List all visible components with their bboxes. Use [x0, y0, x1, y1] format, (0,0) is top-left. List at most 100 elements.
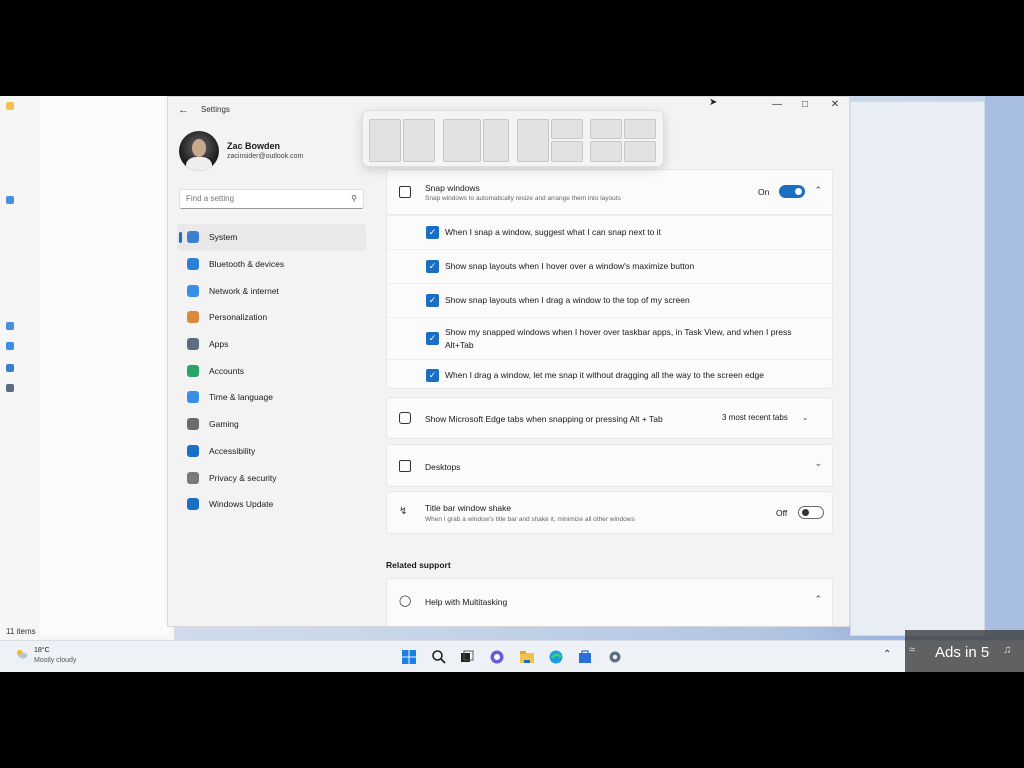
back-arrow-icon[interactable]: ← — [178, 104, 189, 116]
system-icon — [187, 231, 199, 244]
snap-option-label: When I drag a window, let me snap it wit… — [445, 370, 764, 380]
network-icon — [187, 284, 199, 297]
checkbox-checked-icon[interactable]: ✓ — [426, 332, 439, 345]
close-button[interactable]: ✕ — [824, 99, 846, 110]
sidebar-item-windows-update[interactable]: Windows Update — [177, 491, 366, 518]
snap-layout-left-split[interactable] — [517, 119, 583, 162]
snap-zone[interactable] — [443, 119, 481, 162]
chat-icon[interactable] — [489, 649, 505, 665]
chevron-up-icon[interactable]: ⌃ — [883, 649, 891, 660]
search-icon[interactable]: ⚲ — [351, 194, 357, 203]
volume-icon: ♫ — [1003, 644, 1012, 656]
home-icon — [6, 322, 14, 330]
snap-option-row[interactable]: ✓ When I drag a window, let me snap it w… — [386, 359, 833, 389]
snap-option-row[interactable]: ✓ Show my snapped windows when I hover o… — [386, 317, 833, 359]
snap-zone[interactable] — [551, 141, 583, 162]
snap-zone[interactable] — [369, 119, 401, 162]
window-title: Settings — [201, 105, 230, 114]
ads-countdown-overlay: ≈ Ads in 5 ♫ — [905, 630, 1024, 672]
checkbox-checked-icon[interactable]: ✓ — [426, 369, 439, 382]
file-explorer-icon[interactable] — [519, 649, 535, 665]
wifi-icon: ≈ — [909, 644, 916, 656]
settings-gear-icon[interactable] — [607, 649, 623, 665]
shake-toggle-state: Off — [776, 508, 788, 518]
sidebar-item-accounts[interactable]: Accounts — [177, 357, 366, 384]
snap-option-row[interactable]: ✓ When I snap a window, suggest what I c… — [386, 215, 833, 249]
snap-layout-halves[interactable] — [369, 119, 435, 162]
sidebar-item-apps[interactable]: Apps — [177, 331, 366, 358]
sidebar-item-privacy-security[interactable]: Privacy & security — [177, 464, 366, 491]
desktops-card[interactable]: Desktops ⌄ — [386, 444, 833, 487]
snap-zone[interactable] — [590, 119, 622, 139]
sidebar-item-accessibility[interactable]: Accessibility — [177, 438, 366, 465]
snap-zone[interactable] — [590, 141, 622, 162]
sidebar-item-time-language[interactable]: Time & language — [177, 384, 366, 411]
snap-zone[interactable] — [624, 141, 656, 162]
snap-preview-ghost — [40, 96, 170, 636]
checkbox-checked-icon[interactable]: ✓ — [426, 226, 439, 239]
controller-icon — [187, 418, 199, 431]
desktops-title: Desktops — [425, 462, 461, 472]
sidebar-item-system[interactable]: System — [177, 224, 366, 251]
search-box[interactable]: ⚲ — [179, 189, 364, 209]
home-icon — [6, 196, 14, 204]
edge-tabs-dropdown[interactable]: 3 most recent tabs ⌄ — [716, 407, 822, 427]
sidebar-item-network-internet[interactable]: Network & internet — [177, 277, 366, 304]
snap-zone[interactable] — [517, 119, 549, 162]
snap-layout-wide-left[interactable] — [443, 119, 509, 162]
maximize-button[interactable]: □ — [794, 99, 816, 110]
edge-tabs-card: Show Microsoft Edge tabs when snapping o… — [386, 397, 833, 439]
snap-toggle-state: On — [758, 187, 770, 197]
snap-option-label: Show snap layouts when I hover over a wi… — [445, 261, 695, 271]
brush-icon — [187, 311, 199, 324]
search-icon[interactable] — [431, 649, 447, 665]
snap-zone[interactable] — [624, 119, 656, 139]
chevron-up-icon[interactable]: ⌃ — [814, 185, 822, 196]
task-view-icon[interactable] — [459, 649, 475, 665]
snap-windows-toggle[interactable] — [779, 185, 805, 198]
folder-icon — [6, 102, 14, 110]
network-icon — [6, 384, 14, 392]
desktop-screen: 11 items ← Settings — □ ✕ Zac Bowden zac… — [0, 96, 1024, 672]
chevron-up-icon[interactable]: ⌃ — [814, 594, 822, 605]
checkbox-checked-icon[interactable]: ✓ — [426, 294, 439, 307]
minimize-button[interactable]: — — [766, 99, 788, 110]
explorer-tree-item — [6, 196, 14, 204]
shield-icon — [187, 471, 199, 484]
snap-layout-quadrants[interactable] — [590, 119, 656, 162]
snap-windows-card[interactable]: Snap windows Snap windows to automatical… — [386, 169, 833, 215]
snap-option-row[interactable]: ✓ Show snap layouts when I hover over a … — [386, 249, 833, 283]
explorer-title — [6, 102, 14, 110]
globe-icon: ◯ — [399, 595, 412, 607]
weather-condition[interactable]: Mostly cloudy — [34, 657, 76, 664]
search-input[interactable] — [186, 194, 336, 203]
snap-windows-title: Snap windows — [425, 183, 480, 193]
sidebar-item-personalization[interactable]: Personalization — [177, 304, 366, 331]
cloud-icon — [6, 342, 14, 350]
explorer-tree-item — [6, 384, 14, 392]
background-window — [850, 101, 985, 636]
snap-zone[interactable] — [551, 119, 583, 139]
snap-zone[interactable] — [403, 119, 435, 162]
sidebar-item-label: Personalization — [209, 312, 268, 323]
checkbox-checked-icon[interactable]: ✓ — [426, 260, 439, 273]
help-multitasking-card[interactable]: ◯ Help with Multitasking ⌃ — [386, 578, 833, 626]
shake-subtitle: When I grab a window's title bar and sha… — [425, 516, 635, 523]
edge-browser-icon[interactable] — [548, 649, 564, 665]
snap-window-icon — [399, 186, 411, 198]
snap-option-row[interactable]: ✓ Show snap layouts when I drag a window… — [386, 283, 833, 317]
store-icon[interactable] — [577, 649, 593, 665]
weather-temp[interactable]: 18°C — [34, 647, 50, 654]
weather-cloud-icon[interactable] — [16, 649, 28, 659]
sidebar-item-label: Time & language — [209, 392, 273, 403]
shake-title: Title bar window shake — [425, 503, 512, 513]
shake-toggle[interactable] — [798, 506, 824, 519]
snap-zone[interactable] — [483, 119, 509, 162]
explorer-tree-item — [6, 364, 14, 372]
sidebar-item-bluetooth-devices[interactable]: Bluetooth & devices — [177, 251, 366, 278]
start-windows-icon[interactable] — [401, 649, 417, 665]
avatar[interactable] — [179, 131, 219, 171]
sidebar-item-gaming[interactable]: Gaming — [177, 411, 366, 438]
chevron-down-icon[interactable]: ⌄ — [814, 458, 822, 469]
taskbar: 18°C Mostly cloudy ⌃ — [0, 640, 1024, 672]
